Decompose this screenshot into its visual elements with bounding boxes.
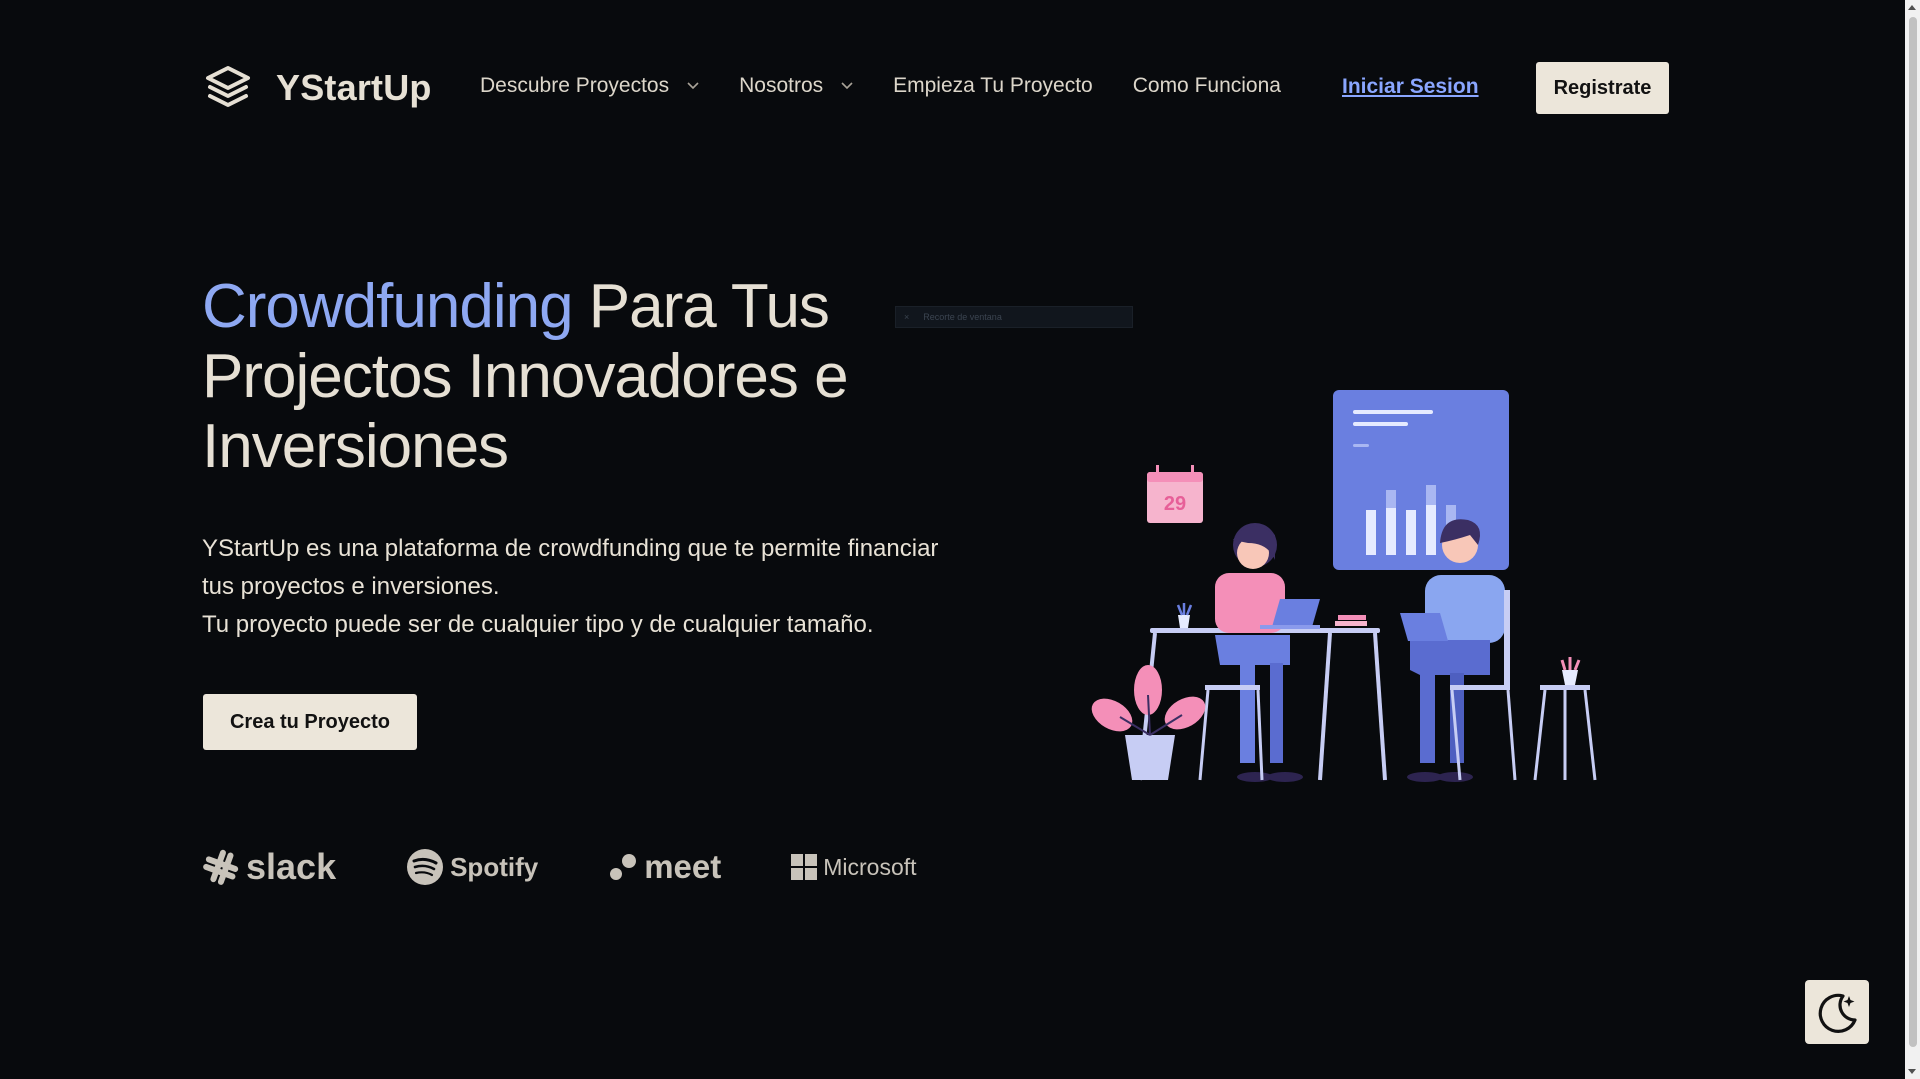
spotify-wordmark: Spotify: [450, 851, 539, 882]
scroll-down-arrow-icon[interactable]: [1908, 1069, 1916, 1074]
nav-item-label: Como Funciona: [1132, 74, 1281, 97]
microsoft-icon: [791, 854, 818, 880]
spotify-icon: [407, 849, 444, 885]
scrollbar[interactable]: [1905, 0, 1920, 1079]
nav-item-descubre-proyectos[interactable]: Descubre Proyectos: [480, 74, 699, 98]
nav-item-label: Nosotros: [739, 74, 824, 97]
window-snip-overlay: × Recorte de ventana: [895, 306, 1133, 328]
top-navigation: YStartUp Descubre Proyectos Nosotros Emp…: [0, 0, 1905, 176]
hero-description-line: YStartUp es una plataforma de crowdfundi…: [202, 535, 939, 600]
nav-item-label: Empieza Tu Proyecto: [893, 74, 1093, 97]
hero-description: YStartUp es una plataforma de crowdfundi…: [202, 530, 962, 644]
chevron-down-icon: [687, 82, 699, 90]
nav-menu: Descubre Proyectos Nosotros Empieza Tu P…: [480, 74, 1321, 98]
meet-icon: [610, 854, 637, 880]
microsoft-logo: Microsoft: [791, 853, 917, 881]
partner-logos: slack Spotify meet Microsoft: [202, 846, 917, 888]
chart-board: [1333, 390, 1509, 570]
snip-label: Recorte de ventana: [923, 312, 1002, 322]
spotify-logo: Spotify: [406, 848, 538, 886]
nav-item-como-funciona[interactable]: Como Funciona: [1133, 74, 1281, 98]
nav-item-nosotros[interactable]: Nosotros: [739, 74, 853, 98]
slack-logo: slack: [202, 846, 336, 888]
hero-illustration: 29: [1091, 390, 1597, 782]
moon-sparkle-icon: [1818, 993, 1857, 1033]
hero-description-line: Tu proyecto puede ser de cualquier tipo …: [202, 611, 874, 638]
scrollbar-thumb[interactable]: [1909, 17, 1917, 1047]
calendar-icon: 29: [1147, 465, 1203, 523]
brand-name: YStartUp: [276, 67, 432, 108]
hero-title: Crowdfunding Para Tus Projectos Innovado…: [202, 272, 922, 482]
nav-item-empieza-tu-proyecto[interactable]: Empieza Tu Proyecto: [893, 74, 1093, 98]
brand[interactable]: YStartUp: [202, 62, 432, 114]
theme-toggle-button[interactable]: [1805, 980, 1869, 1044]
scroll-up-arrow-icon[interactable]: [1908, 5, 1916, 10]
register-button[interactable]: Registrate: [1536, 62, 1669, 114]
stacked-layers-icon: [206, 66, 250, 107]
meet-wordmark: meet: [644, 848, 722, 885]
nav-item-label: Descubre Proyectos: [480, 74, 670, 97]
slack-wordmark: slack: [246, 846, 337, 887]
microsoft-wordmark: Microsoft: [823, 853, 917, 880]
slack-icon: [203, 849, 239, 885]
svg-text:29: 29: [1164, 493, 1186, 515]
login-link[interactable]: Iniciar Sesion: [1342, 75, 1479, 99]
meet-logo: meet: [608, 848, 721, 886]
hero-title-accent: Crowdfunding: [202, 272, 574, 341]
create-project-button[interactable]: Crea tu Proyecto: [203, 694, 417, 750]
chevron-down-icon: [841, 82, 853, 90]
